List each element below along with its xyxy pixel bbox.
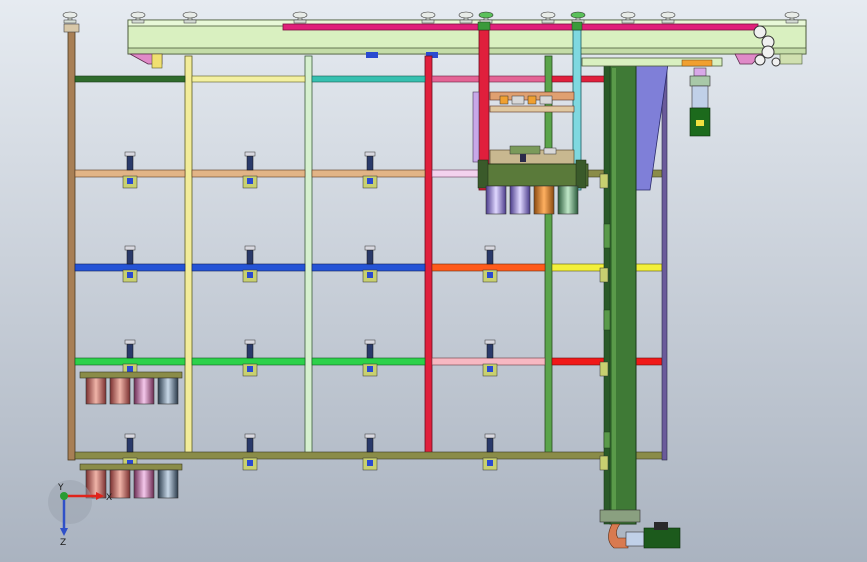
post-mint[interactable] — [304, 55, 313, 457]
column-side-block-1 — [603, 223, 611, 249]
top-blue-block-1 — [366, 52, 378, 58]
column-base-plate — [599, 509, 641, 523]
magenta-rail[interactable] — [282, 23, 759, 31]
top-left-block — [151, 53, 163, 69]
mounting-foot — [130, 11, 146, 24]
mounting-foot — [784, 11, 800, 24]
mounting-foot — [660, 11, 676, 24]
left-post-cap — [63, 23, 80, 33]
mounting-foot — [620, 11, 636, 24]
column-side-block-2 — [603, 309, 611, 331]
z-axis-label: Z — [60, 538, 66, 548]
mounting-foot — [570, 11, 586, 24]
cad-viewport[interactable]: X Y Z — [0, 0, 867, 562]
mounting-foot — [478, 11, 494, 24]
post-red[interactable] — [424, 55, 433, 457]
column-top-orange-block — [681, 59, 713, 67]
cad-scene[interactable]: X Y Z — [0, 0, 867, 562]
left-frame-post[interactable] — [67, 29, 76, 461]
beam-row-top[interactable] — [74, 75, 613, 83]
top-right-gear-housing — [779, 53, 803, 65]
mounting-foot — [458, 11, 474, 24]
mounting-foot — [62, 11, 78, 24]
column-guide-clip — [599, 267, 609, 283]
y-axis-dot — [60, 492, 68, 500]
mounting-foot — [420, 11, 436, 24]
mounting-foot — [182, 11, 198, 24]
x-axis-label: X — [106, 493, 112, 503]
post-green[interactable] — [544, 55, 553, 457]
triad-shadow — [48, 480, 92, 524]
mounting-foot — [292, 11, 308, 24]
main-lift-column[interactable] — [599, 63, 641, 525]
y-axis-label: Y — [57, 483, 64, 493]
column-guide-clip — [599, 173, 609, 189]
column-side-block-3 — [603, 431, 611, 449]
right-thin-post[interactable] — [661, 59, 668, 461]
vertical-servo-motor[interactable] — [689, 67, 711, 137]
mounting-foot — [540, 11, 556, 24]
post-yellow[interactable] — [184, 55, 193, 457]
column-guide-clip — [599, 361, 609, 377]
top-beam-lower-flange — [127, 47, 807, 55]
column-guide-clip — [599, 455, 609, 471]
